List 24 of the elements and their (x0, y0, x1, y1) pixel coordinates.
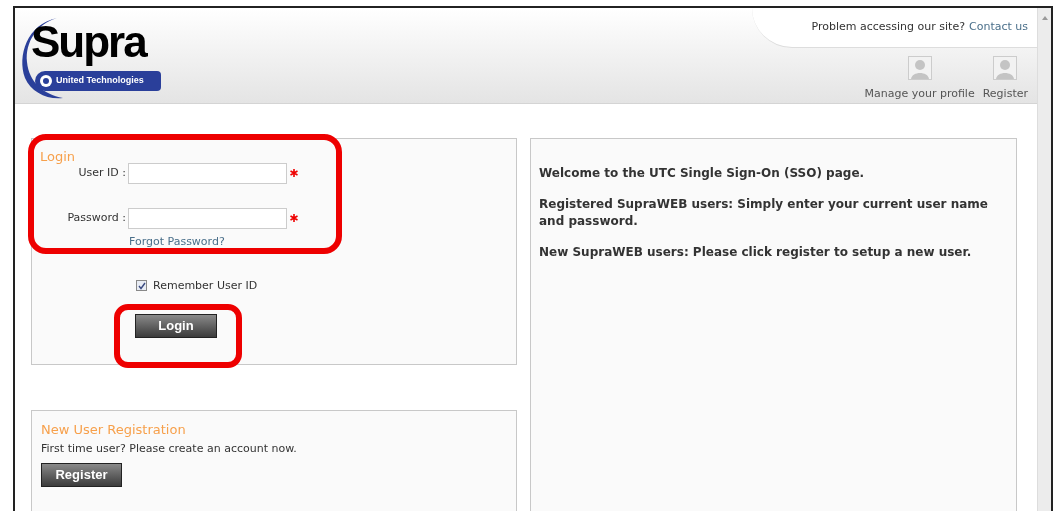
header-link[interactable]: Manage your profile (864, 56, 975, 103)
register-button[interactable]: Register (41, 463, 122, 487)
scrollbar[interactable] (1037, 8, 1051, 511)
remember-label: Remember User ID (153, 277, 258, 294)
supra-logo: Supra United Technologies (17, 16, 162, 100)
checkbox[interactable] (136, 280, 147, 292)
field-label: User ID : (77, 164, 127, 181)
input-field[interactable] (128, 207, 287, 229)
person-icon (993, 56, 1018, 80)
welcome-paragraph: New SupraWEB users: Please click register to setup a new user. (539, 243, 973, 261)
welcome-paragraph: Registered SupraWEB users: Simply enter your current user name and password. (539, 195, 989, 230)
input-field[interactable] (128, 162, 287, 184)
login-title: Login (40, 148, 77, 165)
welcome-paragraph: Welcome to the UTC Single Sign-On (SSO) page. (539, 164, 866, 182)
person-icon (907, 56, 932, 80)
help-text: Problem accessing our site? (811, 19, 965, 36)
registration-title: New User Registration (41, 420, 187, 438)
registration-text: First time user? Please create an account now. (41, 440, 298, 457)
scroll-up-icon[interactable] (1041, 16, 1048, 20)
forgot-password-link[interactable]: Forgot Password? (129, 234, 225, 248)
header-link[interactable]: Register (982, 56, 1028, 103)
login-button[interactable]: Login (135, 314, 217, 338)
field-label: Password : (66, 209, 127, 226)
contact-link[interactable]: Contact us (969, 19, 1028, 36)
